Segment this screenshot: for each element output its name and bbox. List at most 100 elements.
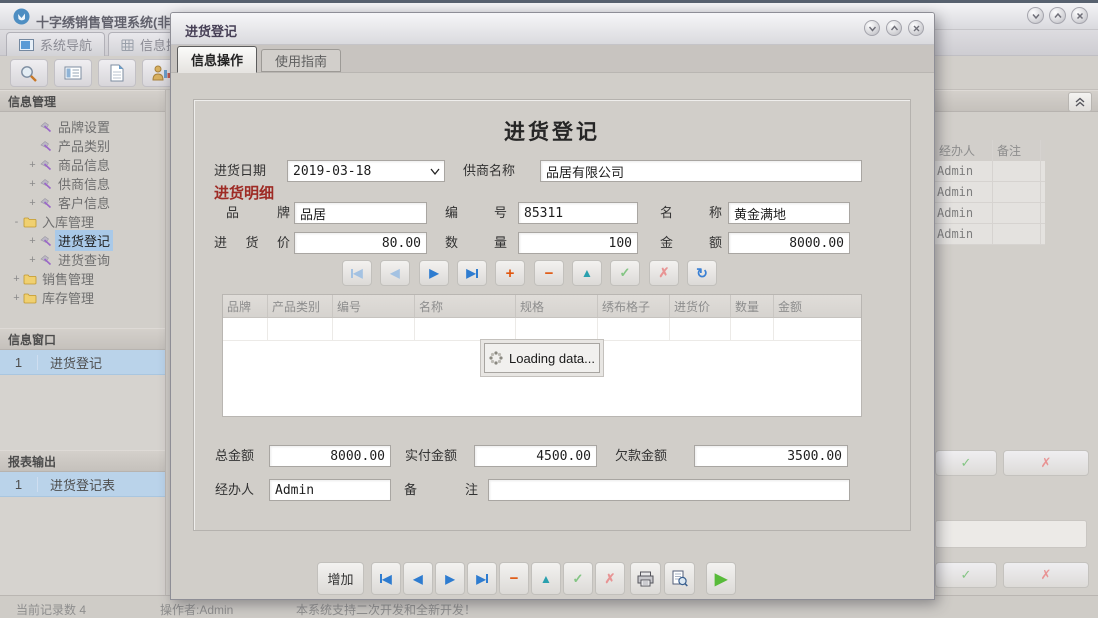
tool-icon — [39, 178, 55, 190]
tree-expander[interactable]: + — [26, 197, 39, 209]
background-ok-button[interactable]: ✓ — [935, 562, 997, 588]
sidebar-item-purchase-query[interactable]: +进货查询 — [0, 250, 165, 269]
folder-icon — [23, 273, 39, 285]
sidebar-item-warehouse-mgmt[interactable]: -入库管理 — [0, 212, 165, 231]
maximize-icon[interactable] — [886, 20, 902, 36]
tree-expander[interactable]: + — [26, 254, 39, 266]
sidebar-item-product-info[interactable]: +商品信息 — [0, 155, 165, 174]
nav-delete-button[interactable]: − — [499, 562, 529, 595]
remark-field[interactable] — [488, 479, 850, 501]
table-row[interactable]: Admin — [935, 203, 1045, 224]
list-item[interactable]: 1 进货登记表 — [0, 472, 165, 497]
tree-expander[interactable]: + — [10, 292, 23, 304]
nav-edit-button[interactable]: ▲ — [531, 562, 561, 595]
table-row[interactable]: Admin — [935, 161, 1045, 182]
nav-first-button[interactable]: ◀ — [371, 562, 401, 595]
table-row[interactable]: Admin — [935, 182, 1045, 203]
nav-next-button[interactable]: ▶ — [435, 562, 465, 595]
close-icon[interactable] — [908, 20, 924, 36]
right-panel-header — [935, 90, 1098, 112]
total-amount-field[interactable]: 8000.00 — [269, 445, 391, 467]
close-icon[interactable] — [1071, 7, 1088, 24]
collapse-panel-button[interactable] — [1068, 92, 1092, 112]
first-record-icon: ◀ — [351, 266, 362, 280]
detail-nav-last-button[interactable]: ▶ — [457, 260, 487, 286]
execute-button[interactable]: ▶ — [706, 562, 736, 595]
owed-amount-label: 欠款金额 — [615, 445, 667, 467]
name-field[interactable]: 黄金满地 — [728, 202, 850, 224]
status-message: 本系统支持二次开发和全新开发！ — [296, 601, 476, 618]
price-field[interactable]: 80.00 — [294, 232, 427, 254]
background-cancel-button[interactable]: ✗ — [1003, 562, 1089, 588]
sidebar-item-supplier-info[interactable]: +供商信息 — [0, 174, 165, 193]
column-header: 数量 — [731, 295, 774, 317]
sidebar-item-product-category[interactable]: 产品类别 — [0, 136, 165, 155]
background-cancel-button[interactable]: ✗ — [1003, 450, 1089, 476]
minimize-icon[interactable] — [1027, 7, 1044, 24]
list-item[interactable]: 1 进货登记 — [0, 350, 165, 375]
cross-icon: ✗ — [605, 571, 616, 587]
detail-nav-post-button[interactable]: ✓ — [610, 260, 640, 286]
detail-nav-insert-button[interactable]: + — [495, 260, 525, 286]
purchase-date-combo[interactable]: 2019-03-18 — [287, 160, 445, 182]
background-ok-button[interactable]: ✓ — [935, 450, 997, 476]
detail-nav-cancel-button[interactable]: ✗ — [649, 260, 679, 286]
search-icon — [19, 64, 39, 83]
print-preview-button[interactable] — [664, 562, 695, 595]
nav-post-button[interactable]: ✓ — [563, 562, 593, 595]
tree-expander[interactable]: + — [10, 273, 23, 285]
nav-cancel-button[interactable]: ✗ — [595, 562, 625, 595]
search-button[interactable] — [10, 59, 48, 87]
brand-label: 品牌 — [226, 202, 290, 224]
sidebar-item-purchase-register[interactable]: + 进货登记 — [0, 231, 165, 250]
minimize-icon[interactable] — [864, 20, 880, 36]
nav-prior-button[interactable]: ◀ — [403, 562, 433, 595]
supplier-name-field[interactable]: 品居有限公司 — [540, 160, 862, 182]
tab-user-guide[interactable]: 使用指南 — [261, 49, 341, 72]
detail-nav-refresh-button[interactable]: ↻ — [687, 260, 717, 286]
print-button[interactable] — [630, 562, 661, 595]
paid-amount-field[interactable]: 4500.00 — [474, 445, 597, 467]
tab-info-operation[interactable]: 信息操作 — [177, 46, 257, 73]
quantity-field[interactable]: 100 — [518, 232, 638, 254]
chevron-down-icon[interactable] — [429, 165, 441, 177]
cross-icon: ✗ — [1041, 567, 1052, 583]
loading-popup: Loading data... — [484, 343, 600, 373]
status-record-count: 当前记录数 4 — [16, 601, 86, 618]
tree-item-label: 销售管理 — [39, 268, 97, 289]
tool-icon — [39, 159, 55, 171]
detail-nav-first-button[interactable]: ◀ — [342, 260, 372, 286]
tree-expander[interactable]: + — [26, 159, 39, 171]
brand-field[interactable]: 品居 — [294, 202, 427, 224]
add-button[interactable]: 增加 — [317, 562, 364, 595]
owed-amount-field[interactable]: 3500.00 — [694, 445, 848, 467]
tab-system-navigation[interactable]: 系统导航 — [6, 32, 105, 56]
detail-nav-delete-button[interactable]: − — [534, 260, 564, 286]
tree-expander[interactable]: - — [10, 216, 23, 228]
empty-grid-row[interactable] — [223, 318, 861, 341]
detail-nav-next-button[interactable]: ▶ — [419, 260, 449, 286]
sidebar-item-inventory-mgmt[interactable]: +库存管理 — [0, 288, 165, 307]
column-header: 产品类别 — [268, 295, 333, 317]
cell-remark — [993, 161, 1041, 181]
nav-last-button[interactable]: ▶ — [467, 562, 497, 595]
first-record-icon: ◀ — [380, 572, 391, 586]
handler-field[interactable]: Admin — [269, 479, 391, 501]
tree-expander[interactable]: + — [26, 235, 39, 247]
amount-field[interactable]: 8000.00 — [728, 232, 850, 254]
tree-expander[interactable]: + — [26, 178, 39, 190]
detail-nav-prior-button[interactable]: ◀ — [380, 260, 410, 286]
detail-nav-edit-button[interactable]: ▲ — [572, 260, 602, 286]
sidebar-item-brand-settings[interactable]: 品牌设置 — [0, 117, 165, 136]
sidebar-item-customer-info[interactable]: +客户信息 — [0, 193, 165, 212]
tree-item-label: 进货登记 — [55, 230, 113, 251]
printer-icon — [637, 571, 654, 587]
sidebar-item-sales-mgmt[interactable]: + 销售管理 — [0, 269, 165, 288]
code-field[interactable]: 85311 — [518, 202, 638, 224]
document-button[interactable] — [98, 59, 136, 87]
table-row[interactable]: Admin — [935, 224, 1045, 245]
last-record-icon: ▶ — [476, 572, 487, 586]
supplier-label: 供商名称 — [463, 160, 515, 182]
card-view-button[interactable] — [54, 59, 92, 87]
maximize-icon[interactable] — [1049, 7, 1066, 24]
